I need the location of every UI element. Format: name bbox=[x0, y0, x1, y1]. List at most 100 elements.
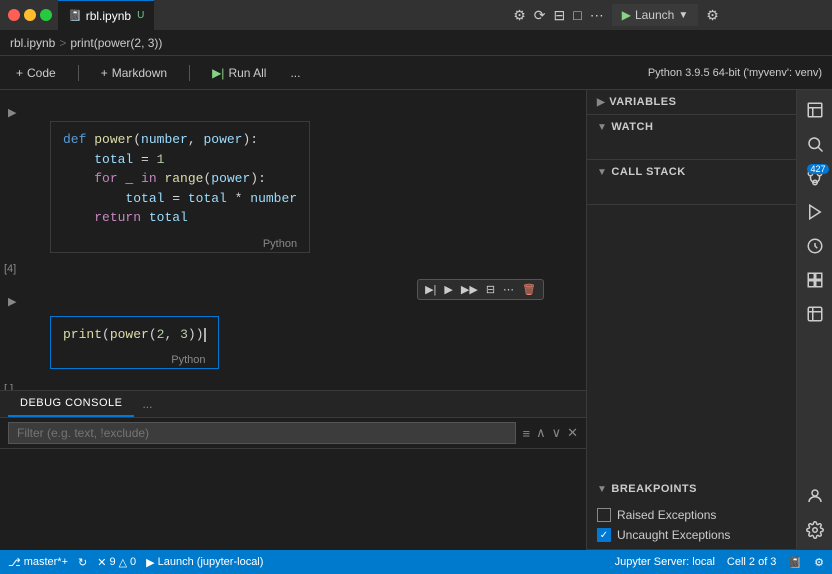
close-window-btn[interactable] bbox=[8, 9, 20, 21]
filter-bar: ≡ ∧ ∨ ✕ bbox=[0, 418, 586, 449]
cell-label-2: [ ] bbox=[4, 383, 13, 390]
debug-tabs-bar: DEBUG CONSOLE ... bbox=[0, 391, 586, 418]
breakpoints-chevron-icon: ▼ bbox=[597, 484, 607, 495]
code-block-2[interactable]: print(power(2, 3)) bbox=[51, 317, 218, 353]
call-stack-chevron-icon: ▼ bbox=[597, 167, 607, 178]
status-bar-left: ⎇ master*+ ↻ ✕ 9 △ 0 ▶ Launch (jupyter-l… bbox=[8, 556, 263, 569]
execute-cell-btn[interactable]: ▶ bbox=[441, 282, 455, 297]
maximize-window-btn[interactable] bbox=[40, 9, 52, 21]
errors-item[interactable]: ✕ 9 △ 0 bbox=[97, 556, 136, 569]
file-tab-indicator: U bbox=[137, 10, 144, 21]
activity-bar-debug[interactable] bbox=[799, 196, 831, 228]
debug-console-more[interactable]: ... bbox=[134, 391, 160, 417]
raised-exceptions-label: Raised Exceptions bbox=[617, 508, 716, 522]
watch-section: ▼ WATCH bbox=[587, 115, 796, 160]
checkmark-icon: ✓ bbox=[600, 530, 608, 541]
kernel-info[interactable]: Python 3.9.5 64-bit ('myvenv': venv) bbox=[648, 67, 822, 79]
sync-icon: ↻ bbox=[78, 556, 87, 569]
code-block-1[interactable]: def power(number, power): total = 1 for … bbox=[51, 122, 309, 236]
add-code-label: Code bbox=[27, 66, 56, 80]
activity-bar-run[interactable] bbox=[799, 230, 831, 262]
jupyter-server-item[interactable]: Jupyter Server: local bbox=[615, 556, 715, 568]
settings-icon[interactable]: ⚙ bbox=[513, 7, 526, 24]
cell-label-1: [4] bbox=[4, 263, 16, 275]
notebook-cell-2: ▶| ▶ ▶▶ ⊟ ⋯ 🗑 ▶ print(power(2, 3)) bbox=[0, 283, 586, 391]
variables-label: VARIABLES bbox=[609, 96, 676, 108]
source-control-badge: 427 bbox=[807, 164, 828, 174]
notebook-icon-item[interactable]: 📓 bbox=[788, 556, 802, 569]
plus-icon-2: + bbox=[101, 66, 108, 80]
more-icon[interactable]: ⋯ bbox=[590, 7, 604, 24]
filter-list-icon[interactable]: ≡ bbox=[522, 426, 530, 441]
layout-icon[interactable]: □ bbox=[573, 7, 581, 23]
watch-header[interactable]: ▼ WATCH bbox=[587, 115, 796, 139]
launch-button[interactable]: ▶ Launch ▼ bbox=[612, 4, 699, 26]
toolbar-divider-2 bbox=[189, 65, 190, 81]
activity-bar-source-control[interactable]: 427 bbox=[799, 162, 831, 194]
more-actions-label: ... bbox=[290, 66, 300, 80]
error-icon: ✕ bbox=[97, 556, 106, 569]
git-branch-icon: ⎇ bbox=[8, 556, 21, 569]
debug-console-tab[interactable]: DEBUG CONSOLE bbox=[8, 391, 134, 417]
filter-down-icon[interactable]: ∨ bbox=[552, 425, 562, 441]
add-markdown-button[interactable]: + Markdown bbox=[95, 64, 173, 82]
cell-info-label: Cell 2 of 3 bbox=[727, 556, 777, 568]
watch-content bbox=[587, 139, 796, 159]
add-code-button[interactable]: + Code bbox=[10, 64, 62, 82]
warnings-count: 0 bbox=[130, 556, 136, 568]
breakpoints-label: BREAKPOINTS bbox=[611, 483, 697, 495]
run-all-button[interactable]: ▶| Run All bbox=[206, 64, 272, 82]
git-branch-label: master*+ bbox=[24, 556, 68, 568]
cell-lang-1: Python bbox=[263, 238, 297, 250]
warning-icon: △ bbox=[119, 556, 127, 569]
call-stack-section: ▼ CALL STACK bbox=[587, 160, 796, 205]
split-icon[interactable]: ⊟ bbox=[554, 7, 566, 24]
filter-close-icon[interactable]: ✕ bbox=[567, 425, 578, 441]
cell-info-item[interactable]: Cell 2 of 3 bbox=[727, 556, 777, 568]
launch-item[interactable]: ▶ Launch (jupyter-local) bbox=[146, 556, 263, 569]
filter-up-icon[interactable]: ∧ bbox=[536, 425, 546, 441]
breadcrumb-func[interactable]: print(power(2, 3)) bbox=[70, 36, 162, 50]
sync-item[interactable]: ↻ bbox=[78, 556, 87, 569]
activity-bar-jupyter[interactable] bbox=[799, 298, 831, 330]
history-icon[interactable]: ⟳ bbox=[534, 7, 546, 24]
raised-exceptions-item: Raised Exceptions bbox=[597, 505, 786, 525]
activity-bar-extensions[interactable] bbox=[799, 264, 831, 296]
file-tab-label: rbl.ipynb bbox=[86, 9, 131, 23]
run-all-icon: ▶| bbox=[212, 66, 224, 80]
breadcrumb-file[interactable]: rbl.ipynb bbox=[10, 36, 55, 50]
breakpoints-header[interactable]: ▼ BREAKPOINTS bbox=[587, 477, 796, 501]
cell-run-button-2[interactable]: ▶ bbox=[8, 295, 16, 308]
variables-header[interactable]: ▶ VARIABLES bbox=[587, 90, 796, 114]
git-branch-item[interactable]: ⎇ master*+ bbox=[8, 556, 68, 569]
more-actions-button[interactable]: ... bbox=[284, 64, 306, 82]
uncaught-exceptions-checkbox[interactable]: ✓ bbox=[597, 528, 611, 542]
delete-cell-btn[interactable]: 🗑 bbox=[519, 282, 539, 297]
call-stack-header[interactable]: ▼ CALL STACK bbox=[587, 160, 796, 184]
execute-above-btn[interactable]: ▶| bbox=[422, 282, 439, 297]
launch-settings-icon[interactable]: ⚙ bbox=[706, 7, 719, 24]
activity-bar-account[interactable] bbox=[799, 480, 831, 512]
status-settings-item[interactable]: ⚙ bbox=[814, 556, 824, 569]
activity-bar-explorer[interactable] bbox=[799, 94, 831, 126]
activity-bar-settings[interactable] bbox=[799, 514, 831, 546]
launch-status-label: Launch (jupyter-local) bbox=[158, 556, 264, 568]
editor-area: ▶ def power(number, power): total = 1 fo… bbox=[0, 90, 586, 390]
execute-below-btn[interactable]: ▶▶ bbox=[458, 282, 481, 297]
debug-console-content bbox=[0, 449, 586, 550]
filter-input[interactable] bbox=[8, 422, 516, 444]
breadcrumb: rbl.ipynb > print(power(2, 3)) bbox=[0, 30, 832, 56]
minimize-window-btn[interactable] bbox=[24, 9, 36, 21]
more-cell-btn[interactable]: ⋯ bbox=[500, 282, 517, 297]
add-markdown-label: Markdown bbox=[112, 66, 167, 80]
cell-run-button-1[interactable]: ▶ bbox=[8, 106, 16, 119]
activity-bar-search[interactable] bbox=[799, 128, 831, 160]
breakpoints-section: ▼ BREAKPOINTS Raised Exceptions ✓ Uncaug… bbox=[587, 477, 796, 550]
raised-exceptions-checkbox[interactable] bbox=[597, 508, 611, 522]
status-settings-icon: ⚙ bbox=[814, 556, 824, 569]
plus-icon: + bbox=[16, 66, 23, 80]
split-cell-btn[interactable]: ⊟ bbox=[483, 282, 498, 297]
file-tab[interactable]: 📓 rbl.ipynb U bbox=[58, 0, 154, 30]
errors-count: 9 bbox=[109, 556, 115, 568]
toolbar-divider bbox=[78, 65, 79, 81]
